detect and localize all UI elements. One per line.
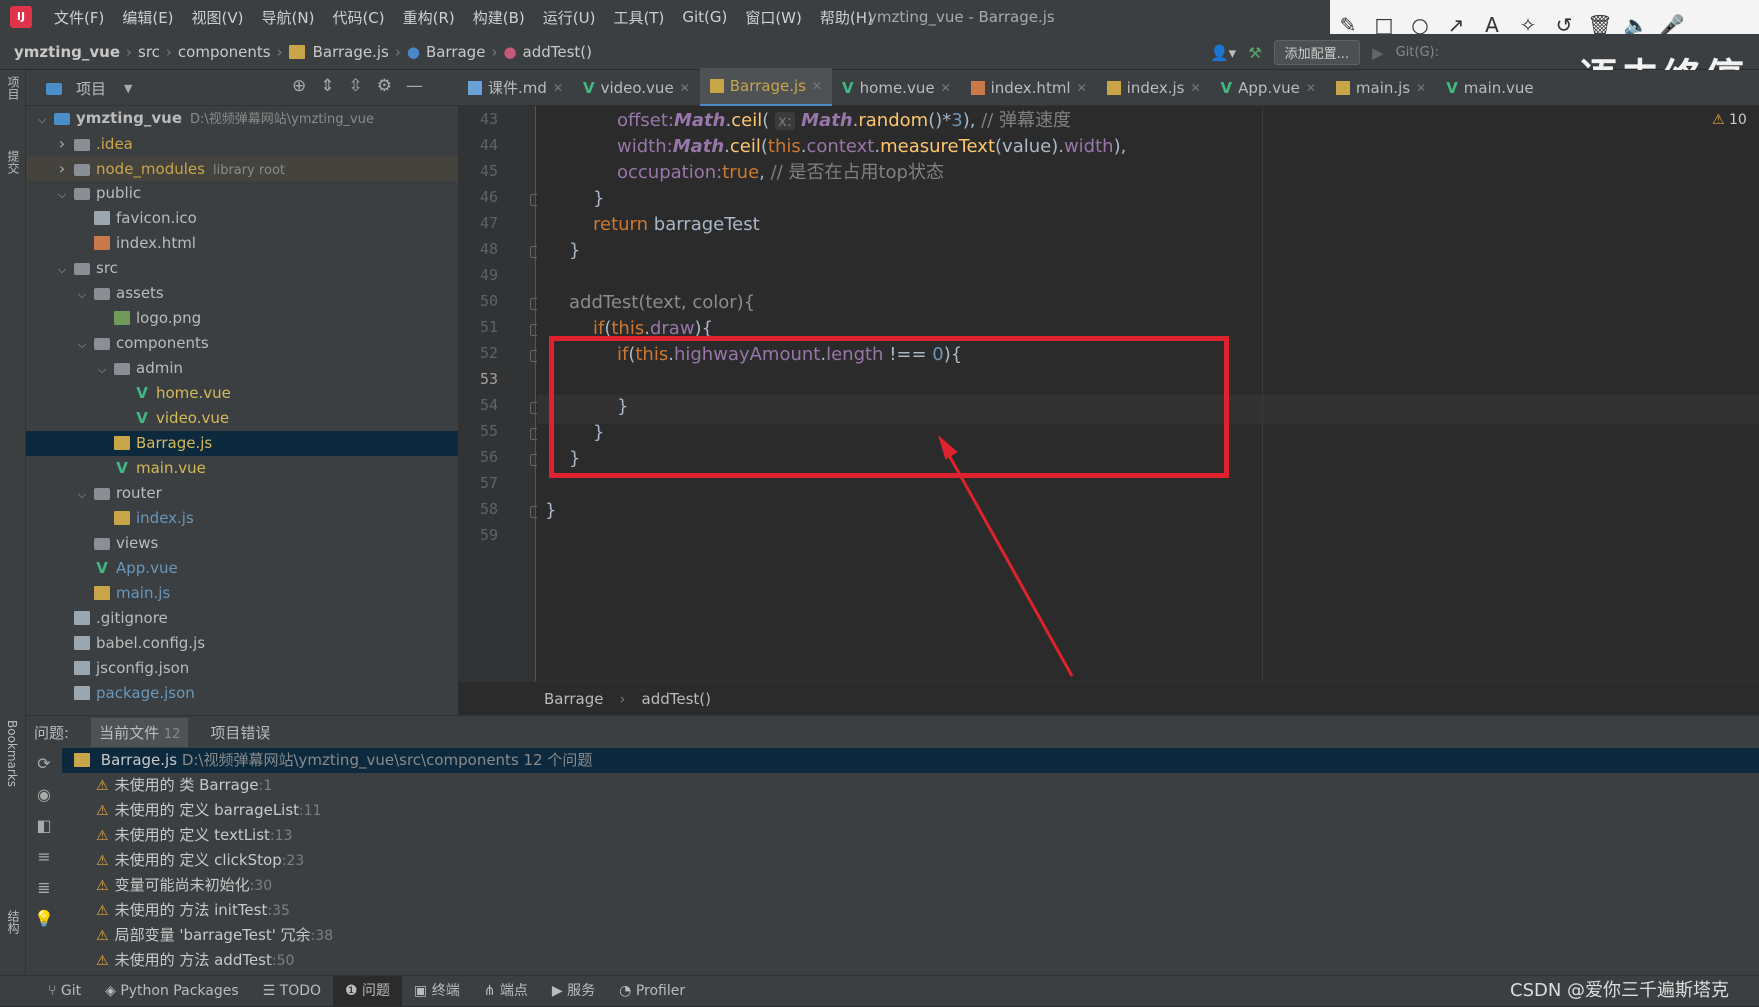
problems-list: Barrage.js D:\视频弹幕网站\ymzting_vue\src\com… [62,748,1759,973]
packages-icon: ◈ [105,983,116,999]
problem-text: 未使用的 方法 initTest [114,901,268,919]
problem-line: :1 [258,778,273,794]
problem-line: :35 [267,903,290,919]
problem-item[interactable]: ⚠ 局部变量 'barrageTest' 冗余:38 [62,923,1759,948]
js-file-icon [74,753,90,767]
problem-line: :30 [249,878,273,894]
branch-icon: ⑂ [48,983,57,999]
problem-line: :38 [310,928,334,944]
bulb-icon[interactable]: 💡 [26,903,62,934]
profiler-icon: ◔ [619,983,632,999]
problem-text: 未使用的 定义 textList [114,826,270,844]
warning-icon: ⚠ [96,878,109,894]
expand-icon[interactable]: ≡ [26,841,62,872]
warning-icon: ⚠ [96,803,109,819]
collapse-icon[interactable]: ≣ [26,872,62,903]
list-icon: ☰ [262,983,276,999]
problem-text: 未使用的 定义 barrageList [114,801,300,819]
problem-text: 未使用的 方法 addTest [114,951,272,969]
problems-side-toolbar: ⟳ ◉ ◧ ≡ ≣ 💡 [26,748,62,976]
editor-crumb-class[interactable]: Barrage [544,690,604,708]
status-bar: ⑂ Git ◈ Python Packages ☰ TODO ❶ 问题 ▣ 终端… [0,975,1759,1007]
tab-current-file[interactable]: 当前文件 12 [91,717,189,747]
warning-icon: ⚠ [96,953,109,969]
problem-line: :23 [281,853,305,869]
warning-icon: ⚠ [96,828,109,844]
problem-item[interactable]: ⚠ 未使用的 方法 initTest:35 [62,898,1759,923]
problem-text: 变量可能尚未初始化 [114,876,250,894]
terminal-icon: ▣ [414,983,428,999]
editor-breadcrumb: Barrage › addTest() [458,681,1759,715]
problems-tool-button[interactable]: ❶ 问题 [333,976,403,1007]
problem-text: 未使用的 定义 clickStop [114,851,282,869]
warning-icon: ⚠ [96,853,109,869]
git-tool-button[interactable]: ⑂ Git [36,976,93,1007]
python-packages-tool-button[interactable]: ◈ Python Packages [93,976,251,1007]
problem-text: 局部变量 'barrageTest' 冗余 [114,926,311,944]
warning-icon: ⚠ [96,778,109,794]
problem-line: :50 [271,953,295,969]
warning-icon: ⚠ [96,903,109,919]
play-circle-icon: ▶ [551,983,563,999]
problem-item[interactable]: ⚠ 未使用的 定义 barrageList:11 [62,798,1759,823]
endpoints-tool-button[interactable]: ⋔ 端点 [472,976,540,1007]
info-icon: ❶ [345,983,358,999]
warning-icon: ⚠ [96,928,109,944]
problems-file-row[interactable]: Barrage.js D:\视频弹幕网站\ymzting_vue\src\com… [62,748,1759,773]
problem-item[interactable]: ⚠ 未使用的 类 Barrage:1 [62,773,1759,798]
problem-text: 未使用的 类 Barrage [114,776,259,794]
problems-panel: 问题: 当前文件 12 项目错误 ⟳ ◉ ◧ ≡ ≣ 💡 Barrage.js … [26,715,1759,975]
problem-item[interactable]: ⚠ 未使用的 方法 addTest:50 [62,948,1759,973]
services-tool-button[interactable]: ▶ 服务 [540,976,607,1007]
refresh-icon[interactable]: ⟳ [26,748,62,779]
problem-item[interactable]: ⚠ 变量可能尚未初始化:30 [62,873,1759,898]
todo-tool-button[interactable]: ☰ TODO [251,976,333,1007]
problem-item[interactable]: ⚠ 未使用的 定义 textList:13 [62,823,1759,848]
problems-tabs: 问题: 当前文件 12 项目错误 [34,716,270,748]
endpoints-icon: ⋔ [483,983,496,999]
preview-icon[interactable]: ◧ [26,810,62,841]
problem-line: :13 [269,828,293,844]
problem-item[interactable]: ⚠ 未使用的 定义 clickStop:23 [62,848,1759,873]
tool-window-buttons: ⑂ Git ◈ Python Packages ☰ TODO ❶ 问题 ▣ 终端… [36,976,697,1007]
chevron-right-icon: › [619,690,626,708]
profiler-tool-button[interactable]: ◔ Profiler [607,976,697,1007]
eye-icon[interactable]: ◉ [26,779,62,810]
problem-line: :11 [299,803,322,819]
editor-breadcrumb-items: Barrage › addTest() [544,682,711,716]
tab-project-errors[interactable]: 项目错误 [210,722,270,743]
terminal-tool-button[interactable]: ▣ 终端 [402,976,472,1007]
problems-label: 问题: [34,723,70,742]
csdn-watermark: CSDN @爱你三千遍斯塔克 [1510,980,1730,1001]
editor-crumb-method[interactable]: addTest() [642,690,711,708]
